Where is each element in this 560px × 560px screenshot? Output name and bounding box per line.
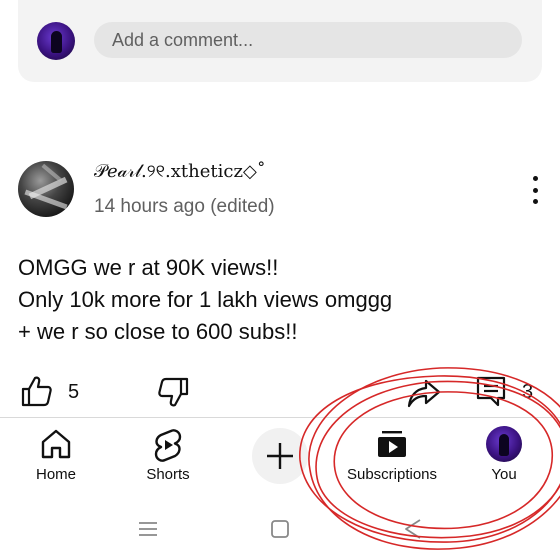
like-button[interactable] xyxy=(20,374,54,408)
share-icon xyxy=(407,379,441,408)
divider xyxy=(0,417,560,418)
system-navigation-bar xyxy=(0,500,560,560)
nav-home[interactable]: Home xyxy=(6,424,106,488)
nav-shorts-label: Shorts xyxy=(146,466,190,483)
thumbs-down-icon xyxy=(158,377,189,407)
home-icon xyxy=(41,429,71,459)
comment-line: Only 10k more for 1 lakh views omggg xyxy=(18,287,393,312)
plus-icon xyxy=(267,443,293,469)
nav-you-label: You xyxy=(491,466,517,483)
current-user-avatar[interactable] xyxy=(37,22,75,60)
create-button[interactable] xyxy=(252,428,308,484)
comment-author-name[interactable]: 𝒫𝑒𝒶𝓇𝓁.୨୧.xtheticz◇˚ xyxy=(94,161,266,182)
comment-timestamp: 14 hours ago (edited) xyxy=(94,196,275,217)
subscriptions-icon xyxy=(378,431,406,457)
home-square-icon[interactable] xyxy=(265,514,295,544)
nav-shorts[interactable]: Shorts xyxy=(118,424,218,488)
comment-author-avatar[interactable] xyxy=(18,161,74,217)
nav-subscriptions[interactable]: Subscriptions xyxy=(342,424,442,488)
add-comment-input[interactable]: Add a comment... xyxy=(94,22,522,58)
share-button[interactable] xyxy=(406,376,442,410)
comment-line: OMGG we r at 90K views!! xyxy=(18,255,279,280)
nav-home-label: Home xyxy=(35,466,76,483)
reply-button[interactable] xyxy=(474,374,508,408)
back-icon[interactable] xyxy=(398,514,428,544)
dislike-button[interactable] xyxy=(156,376,190,410)
shorts-icon xyxy=(154,429,182,462)
comment-body: OMGG we r at 90K views!! Only 10k more f… xyxy=(18,252,538,348)
like-count: 5 xyxy=(68,381,80,403)
nav-you[interactable]: You xyxy=(454,424,554,488)
reply-count: 3 xyxy=(522,381,534,403)
comment-icon xyxy=(476,376,506,407)
nav-subscriptions-label: Subscriptions xyxy=(346,466,438,483)
more-options-icon[interactable] xyxy=(526,176,544,204)
recent-apps-icon[interactable] xyxy=(133,514,163,544)
thumbs-up-icon xyxy=(21,376,52,407)
comment-line: + we r so close to 600 subs!! xyxy=(18,319,298,344)
